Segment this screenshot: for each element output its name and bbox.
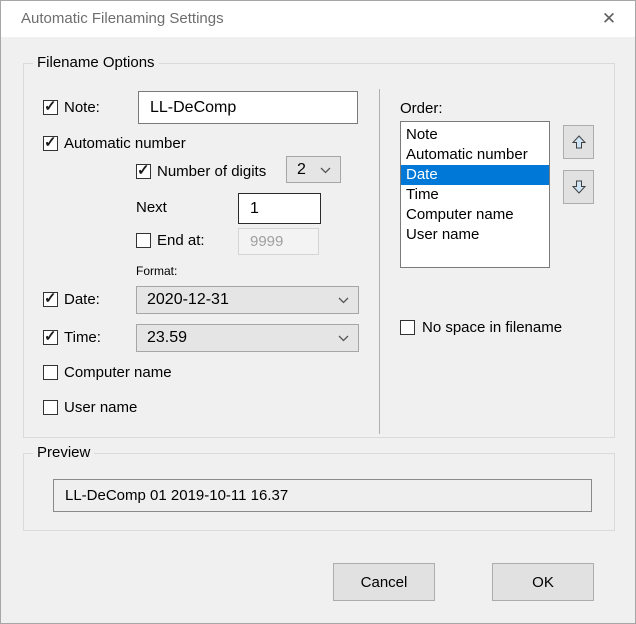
next-input[interactable] xyxy=(238,193,321,224)
user-name-label: User name xyxy=(64,398,137,418)
automatic-number-checkbox[interactable] xyxy=(43,136,58,151)
arrow-down-icon xyxy=(571,179,587,195)
preview-group-label: Preview xyxy=(33,444,94,461)
order-list-item[interactable]: Time xyxy=(401,185,549,205)
time-format-value: 23.59 xyxy=(147,329,187,347)
chevron-down-icon xyxy=(320,167,331,174)
computer-name-label: Computer name xyxy=(64,363,172,383)
order-listbox[interactable]: Note Automatic number Date Time Computer… xyxy=(400,121,550,268)
note-label: Note: xyxy=(64,98,100,118)
chevron-down-icon xyxy=(338,335,349,342)
number-of-digits-dropdown[interactable]: 2 xyxy=(286,156,341,183)
titlebar: Automatic Filenaming Settings ✕ xyxy=(1,1,635,37)
number-of-digits-checkbox[interactable] xyxy=(136,164,151,179)
user-name-checkbox[interactable] xyxy=(43,400,58,415)
filename-options-group-label: Filename Options xyxy=(33,54,159,71)
format-label: Format: xyxy=(136,263,177,279)
no-space-checkbox[interactable] xyxy=(400,320,415,335)
end-at-label: End at: xyxy=(157,231,205,251)
no-space-label: No space in filename xyxy=(422,318,562,338)
move-up-button[interactable] xyxy=(563,125,594,159)
date-label: Date: xyxy=(64,290,100,310)
end-at-checkbox[interactable] xyxy=(136,233,151,248)
close-icon: ✕ xyxy=(602,9,616,29)
next-label: Next xyxy=(136,198,167,218)
note-checkbox[interactable] xyxy=(43,100,58,115)
time-format-dropdown[interactable]: 23.59 xyxy=(136,324,359,352)
section-divider xyxy=(379,89,380,434)
window-title: Automatic Filenaming Settings xyxy=(21,1,224,37)
automatic-number-label: Automatic number xyxy=(64,134,186,154)
close-button[interactable]: ✕ xyxy=(589,3,629,35)
preview-field: LL-DeComp 01 2019-10-11 16.37 xyxy=(53,479,592,512)
date-checkbox[interactable] xyxy=(43,292,58,307)
order-list-item[interactable]: User name xyxy=(401,225,549,245)
arrow-up-icon xyxy=(571,134,587,150)
chevron-down-icon xyxy=(338,297,349,304)
date-format-dropdown[interactable]: 2020-12-31 xyxy=(136,286,359,314)
move-down-button[interactable] xyxy=(563,170,594,204)
end-at-input[interactable] xyxy=(238,228,319,255)
automatic-filenaming-dialog: Automatic Filenaming Settings ✕ Filename… xyxy=(0,0,636,624)
order-list-item[interactable]: Automatic number xyxy=(401,145,549,165)
number-of-digits-value: 2 xyxy=(297,161,306,179)
order-list-item-selected[interactable]: Date xyxy=(401,165,549,185)
note-input[interactable] xyxy=(138,91,358,124)
ok-button[interactable]: OK xyxy=(492,563,594,601)
time-label: Time: xyxy=(64,328,101,348)
date-format-value: 2020-12-31 xyxy=(147,291,229,309)
order-label: Order: xyxy=(400,99,443,119)
computer-name-checkbox[interactable] xyxy=(43,365,58,380)
cancel-button[interactable]: Cancel xyxy=(333,563,435,601)
order-list-item[interactable]: Note xyxy=(401,125,549,145)
time-checkbox[interactable] xyxy=(43,330,58,345)
order-list-item[interactable]: Computer name xyxy=(401,205,549,225)
number-of-digits-label: Number of digits xyxy=(157,162,266,182)
